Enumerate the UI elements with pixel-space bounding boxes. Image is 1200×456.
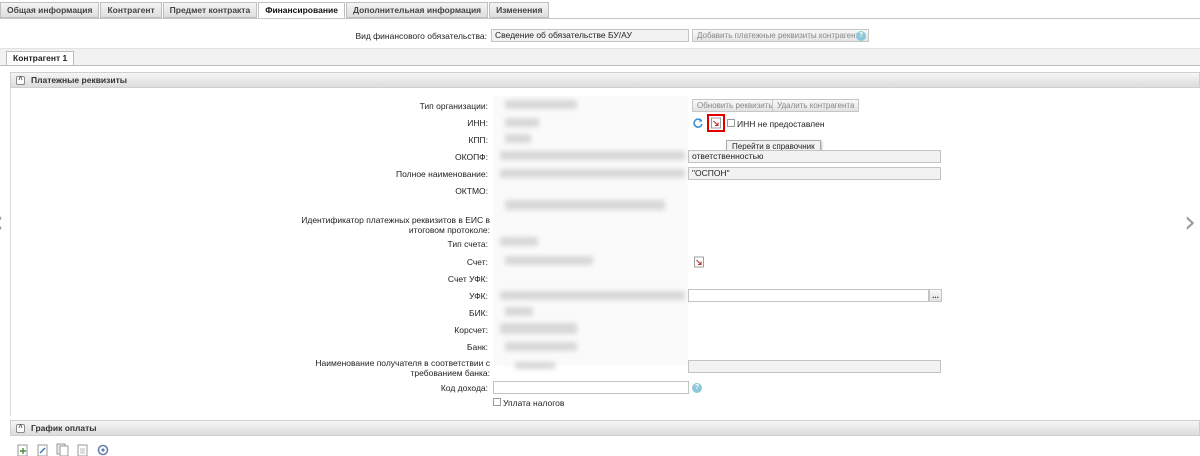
full-name-label: Полное наименование: [396,169,488,179]
next-arrow-icon[interactable]: › [1184,208,1196,238]
taxes-payment-label: Уплата налогов [503,398,565,408]
add-row-icon[interactable] [16,443,30,456]
account-label: Счет: [466,257,488,267]
ufk-picker-button[interactable]: ... [929,289,942,302]
redacted-value [500,323,577,334]
ufk-label: УФК: [469,291,488,301]
settings-icon[interactable] [96,443,110,456]
taxes-payment-checkbox[interactable] [493,398,501,406]
tab-additional-info[interactable]: Дополнительная информация [345,2,489,18]
edit-row-icon[interactable] [36,443,50,456]
kpp-label: КПП: [468,135,488,145]
eis-id-label: Идентификатор платежных реквизитов в ЕИС… [301,215,490,235]
redacted-value [500,291,685,300]
full-name-field: "ОСПОН" [688,167,941,180]
top-tabs: Общая информация Контрагент Предмет конт… [0,2,550,19]
directory-link-icon[interactable] [710,117,722,129]
update-details-button[interactable]: Обновить реквизиты [692,99,780,112]
tab-contract-subject[interactable]: Предмет контракта [162,2,258,18]
redacted-value [505,134,531,143]
redacted-value [505,307,533,316]
copy-row-icon[interactable] [56,443,70,456]
document-icon[interactable] [76,443,90,456]
okopf-field: ответственностью [688,150,941,163]
obligation-type-label: Вид финансового обязательства: [355,31,487,41]
subtabs-divider [0,65,1200,66]
collapse-icon[interactable]: ˄ [16,76,25,85]
tabs-divider [0,18,1200,19]
inn-label: ИНН: [467,118,488,128]
inn-not-provided-label: ИНН не предоставлен [737,119,825,129]
oktmo-label: ОКТМО: [455,186,488,196]
payment-schedule-header[interactable]: ˄ График оплаты [10,420,1200,436]
redacted-value [500,237,538,246]
inn-not-provided-checkbox[interactable] [727,119,735,127]
question-icon[interactable]: ? [692,383,702,393]
section-left-border [10,88,11,416]
directory-link-icon[interactable] [693,256,705,268]
payment-schedule-title: График оплаты [31,423,97,433]
ufk-account-label: Счет УФК: [447,274,488,284]
obligation-type-field[interactable]: Сведение об обязательстве БУ/АУ [491,29,689,42]
income-code-field[interactable] [493,381,689,394]
payment-details-title: Платежные реквизиты [31,75,128,85]
ufk-field[interactable] [688,289,929,302]
recipient-name-label: Наименование получателя в соответствии с… [315,358,490,378]
account-type-label: Тип счета: [447,239,488,249]
redacted-value [500,169,685,178]
redacted-value [505,118,539,127]
schedule-toolbar [16,443,110,456]
redacted-value [505,200,665,210]
redacted-value [515,362,555,369]
redacted-value [505,100,577,109]
collapse-icon[interactable]: ˄ [16,424,25,433]
refresh-icon[interactable] [692,117,704,129]
tab-contractor[interactable]: Контрагент [100,2,162,18]
bik-label: БИК: [468,308,488,318]
org-type-label: Тип организации: [419,101,488,111]
income-code-label: Код дохода: [440,383,488,393]
bank-label: Банк: [466,342,488,352]
tab-contractor-1[interactable]: Контрагент 1 [6,51,75,66]
tab-changes[interactable]: Изменения [489,2,550,18]
prev-arrow-icon[interactable]: ‹ [0,208,4,238]
tab-general-info[interactable]: Общая информация [0,2,100,18]
redacted-value [505,342,577,351]
payment-details-header[interactable]: ˄ Платежные реквизиты [10,72,1200,88]
subtabs-bar [0,48,1200,65]
corr-account-label: Корсчет: [454,325,488,335]
recipient-name-field[interactable] [688,360,941,373]
okopf-label: ОКОПФ: [454,152,488,162]
question-icon[interactable]: ? [856,31,866,41]
delete-contractor-button[interactable]: Удалить контрагента [772,99,860,112]
add-payment-details-button[interactable]: Добавить платежные реквизиты контрагента [692,29,869,42]
redacted-value [500,151,685,160]
tab-financing[interactable]: Финансирование [258,2,345,18]
redacted-value [505,256,593,265]
